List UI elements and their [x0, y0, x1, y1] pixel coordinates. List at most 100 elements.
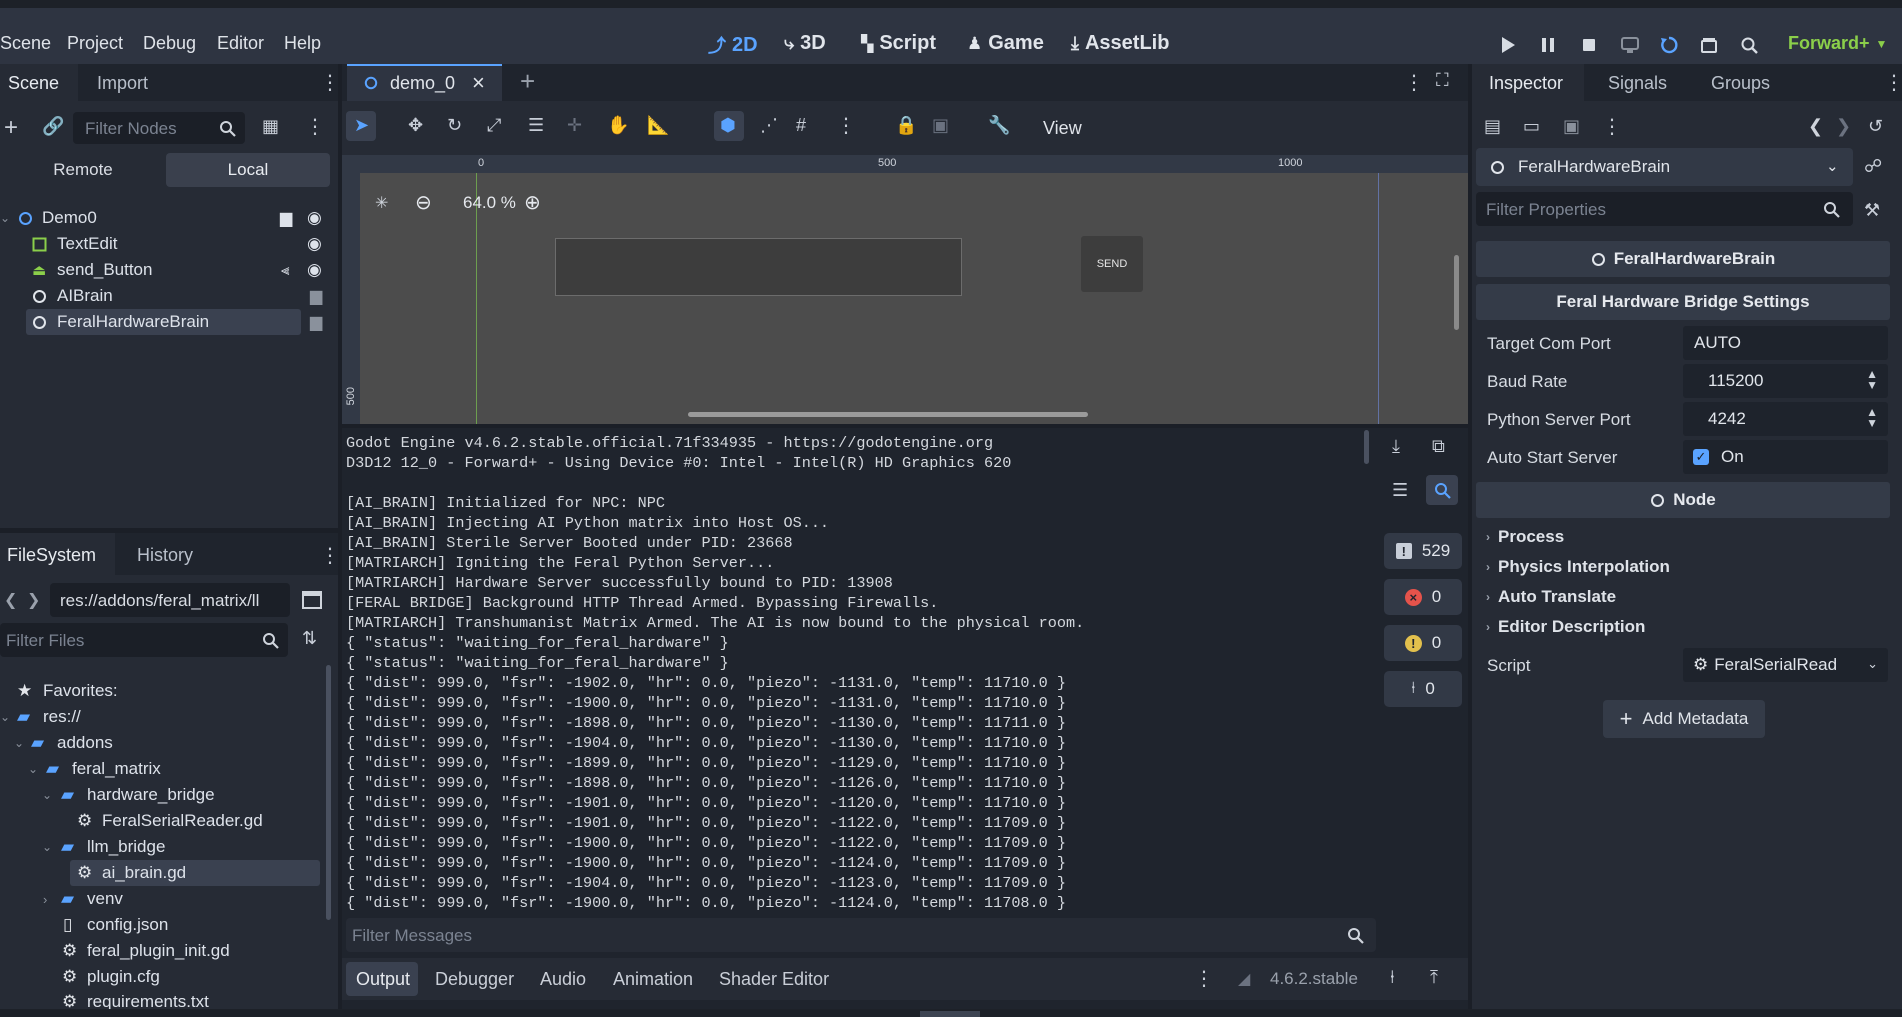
- category-editor-description[interactable]: › Editor Description: [1486, 617, 1645, 637]
- select-mode-button[interactable]: ➤: [346, 111, 376, 141]
- script-attached-icon[interactable]: ▆: [280, 208, 292, 228]
- folder-feral-matrix[interactable]: ⌄ ▰ feral_matrix: [0, 756, 330, 782]
- visibility-eye-icon[interactable]: ◉: [307, 234, 322, 254]
- filter-nodes-input[interactable]: Filter Nodes: [73, 112, 245, 144]
- scene-tabs-menu-icon[interactable]: ⋮: [1404, 70, 1424, 95]
- search-help-icon[interactable]: [1740, 36, 1758, 54]
- signal-connected-icon[interactable]: ⫷: [281, 262, 289, 279]
- tree-node-demo0[interactable]: ⌄ Demo0 ▆ ◉: [0, 205, 338, 231]
- center-hdivider[interactable]: [342, 424, 1468, 428]
- history-back-icon[interactable]: ❮: [1808, 116, 1823, 137]
- remote-button[interactable]: Remote: [12, 153, 154, 187]
- node-section-header[interactable]: Node: [1476, 482, 1890, 518]
- prop-baud-rate-spinbox[interactable]: 115200 ▲ ▼: [1683, 364, 1888, 398]
- pivot-icon[interactable]: ✛: [567, 115, 582, 136]
- filter-messages-input[interactable]: Filter Messages: [346, 918, 1376, 952]
- pin-icon[interactable]: ⍿: [1390, 967, 1395, 988]
- messages-count-toggle[interactable]: ! 529: [1384, 533, 1462, 569]
- restart-icon[interactable]: [1660, 36, 1678, 54]
- scene-tab-demo0[interactable]: demo_0 ×: [347, 64, 502, 101]
- tab-audio[interactable]: Audio: [540, 969, 586, 990]
- category-physics-interpolation[interactable]: › Physics Interpolation: [1486, 557, 1670, 577]
- filesystem-scrollbar[interactable]: [326, 665, 331, 920]
- close-icon[interactable]: ×: [472, 70, 485, 96]
- tab-groups[interactable]: Groups: [1711, 73, 1770, 94]
- inspector-options-icon[interactable]: ⋮: [1602, 114, 1622, 139]
- center-view-icon[interactable]: ✳: [375, 193, 388, 213]
- workspace-script[interactable]: ▚ Script: [861, 32, 936, 55]
- script-attached-icon[interactable]: ▆: [310, 312, 322, 332]
- editor-messages-toggle[interactable]: ⍿ 0: [1384, 671, 1462, 707]
- warnings-count-toggle[interactable]: ! 0: [1384, 625, 1462, 661]
- category-process[interactable]: › Process: [1486, 527, 1564, 547]
- tree-node-send-button[interactable]: ⏏ send_Button ⫷ ◉: [0, 257, 338, 283]
- collapse-icon[interactable]: ☰: [1392, 480, 1408, 501]
- filter-properties-input[interactable]: Filter Properties: [1476, 192, 1853, 226]
- spin-arrows-icon[interactable]: ▲ ▼: [1866, 406, 1878, 429]
- workspace-3d[interactable]: ⤷ 3D: [784, 32, 826, 55]
- forward-icon[interactable]: ❯: [27, 590, 40, 610]
- object-selector[interactable]: FeralHardwareBrain ⌄: [1476, 148, 1853, 186]
- prop-target-com-port-input[interactable]: AUTO: [1683, 326, 1888, 360]
- view-menu[interactable]: View: [1043, 118, 1082, 139]
- stop-icon[interactable]: [1581, 36, 1597, 54]
- visibility-eye-icon[interactable]: ◉: [307, 260, 322, 280]
- remote-debug-icon[interactable]: [1620, 36, 1640, 54]
- file-feral-plugin-init[interactable]: ⚙ feral_plugin_init.gd: [0, 938, 330, 964]
- script-attached-icon[interactable]: ▆: [310, 286, 322, 306]
- category-auto-translate[interactable]: › Auto Translate: [1486, 587, 1616, 607]
- save-icon[interactable]: ▣: [1563, 116, 1580, 137]
- tab-filesystem[interactable]: FileSystem: [7, 545, 96, 566]
- file-config-json[interactable]: ▯ config.json: [0, 912, 330, 938]
- tab-scene[interactable]: Scene: [8, 73, 59, 94]
- tab-history[interactable]: History: [137, 545, 193, 566]
- console-output[interactable]: Godot Engine v4.6.2.stable.official.71f3…: [346, 433, 1372, 911]
- add-metadata-button[interactable]: + Add Metadata: [1603, 700, 1765, 738]
- errors-count-toggle[interactable]: × 0: [1384, 579, 1462, 615]
- local-button[interactable]: Local: [166, 153, 330, 187]
- tab-signals[interactable]: Signals: [1608, 73, 1667, 94]
- back-icon[interactable]: ❮: [4, 590, 17, 610]
- tab-import[interactable]: Import: [97, 73, 148, 94]
- version-label[interactable]: 4.6.2.stable: [1270, 969, 1358, 989]
- pause-icon[interactable]: [1540, 36, 1556, 54]
- zoom-out-icon[interactable]: ⊖: [415, 190, 432, 215]
- grid-icon[interactable]: #: [796, 115, 806, 136]
- menu-help[interactable]: Help: [284, 33, 321, 54]
- folder-res[interactable]: ⌄ ▰ res://: [0, 704, 330, 730]
- prop-auto-start-server-toggle[interactable]: ✓ On: [1683, 440, 1888, 474]
- smart-snap-button[interactable]: ⬢: [714, 111, 744, 141]
- tree-node-aibrain[interactable]: AIBrain ▆: [0, 283, 338, 309]
- prop-python-server-port-spinbox[interactable]: 4242 ▲ ▼: [1683, 402, 1888, 436]
- folder-hardware-bridge[interactable]: ⌄ ▰ hardware_bridge: [0, 782, 330, 808]
- history-forward-icon[interactable]: ❯: [1836, 116, 1851, 137]
- canvas-vscrollbar[interactable]: [1454, 255, 1459, 330]
- viewport-canvas[interactable]: ✳ ⊖ 64.0 % ⊕ SEND: [360, 173, 1468, 424]
- filter-files-input[interactable]: Filter Files: [0, 623, 288, 657]
- tab-animation[interactable]: Animation: [613, 969, 693, 990]
- folder-llm-bridge[interactable]: ⌄ ▰ llm_bridge: [0, 834, 330, 860]
- link-icon[interactable]: 🔗: [42, 116, 64, 137]
- dock-menu-icon[interactable]: ⋮: [320, 70, 340, 95]
- clear-output-icon[interactable]: ⤓: [1392, 436, 1400, 457]
- file-requirements[interactable]: ⚙ requirements.txt: [0, 990, 330, 1010]
- path-field[interactable]: res://addons/feral_matrix/ll: [50, 583, 290, 617]
- object-props-icon[interactable]: ☍: [1864, 156, 1882, 177]
- filter-search-button[interactable]: [1426, 475, 1458, 505]
- expand-panel-icon[interactable]: ⤒: [1430, 967, 1438, 988]
- menu-debug[interactable]: Debug: [143, 33, 196, 54]
- group-icon[interactable]: ▣: [932, 115, 949, 136]
- visibility-eye-icon[interactable]: ◉: [307, 208, 322, 228]
- file-feralserialreader[interactable]: ⚙ FeralSerialReader.gd: [0, 808, 330, 834]
- favorites-item[interactable]: ★ Favorites:: [0, 678, 330, 704]
- workspace-game[interactable]: ♟ Game: [967, 32, 1044, 55]
- split-view-icon[interactable]: [302, 591, 322, 609]
- pan-icon[interactable]: ✋: [607, 115, 629, 136]
- new-resource-icon[interactable]: ▤: [1484, 116, 1501, 137]
- tab-output[interactable]: Output: [356, 969, 410, 990]
- tab-shader-editor[interactable]: Shader Editor: [719, 969, 829, 990]
- tree-node-feralhardwarebrain[interactable]: FeralHardwareBrain: [26, 309, 301, 335]
- canvas-hscrollbar[interactable]: [688, 412, 1088, 417]
- move-icon[interactable]: ✥: [408, 115, 423, 136]
- property-group-header[interactable]: Feral Hardware Bridge Settings: [1476, 284, 1890, 320]
